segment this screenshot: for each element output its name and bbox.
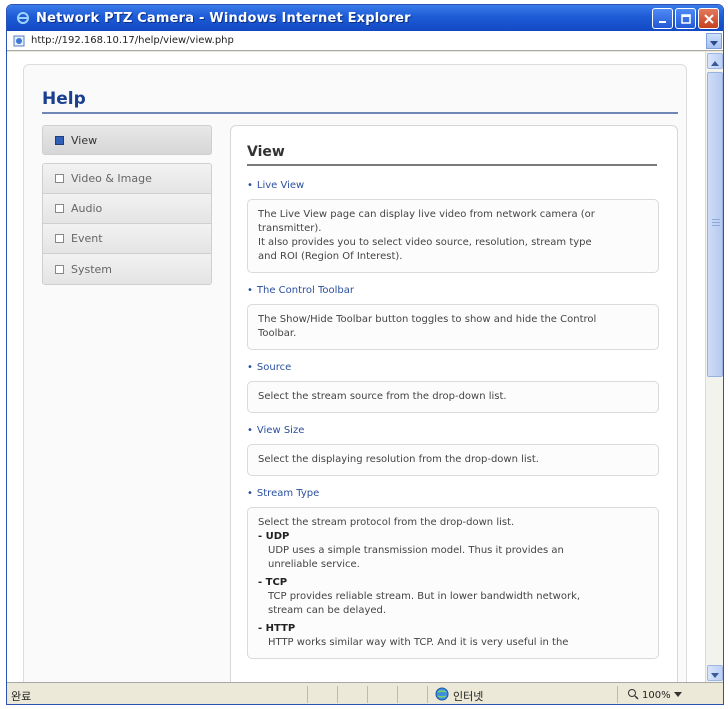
body-text: Toolbar. [258, 328, 297, 339]
sidebar-item-label: System [71, 262, 113, 276]
sidebar-item-audio[interactable]: Audio [43, 194, 211, 224]
close-button[interactable] [698, 8, 719, 29]
zone-label: 인터넷 [453, 689, 484, 703]
sidebar-item-system[interactable]: System [43, 254, 211, 284]
bullet-icon [55, 264, 64, 274]
bullet-icon [55, 234, 64, 243]
zoom-icon [627, 688, 639, 703]
page-icon [11, 33, 27, 49]
globe-icon [435, 687, 449, 704]
minimize-button[interactable] [652, 8, 673, 29]
zoom-control[interactable]: 100% [627, 688, 682, 703]
title-bar[interactable]: Network PTZ Camera - Windows Internet Ex… [7, 5, 723, 31]
body-text: HTTP works similar way with TCP. And it … [268, 637, 569, 648]
scroll-up-icon [711, 52, 719, 71]
body-text: It also provides you to select video sou… [258, 237, 592, 248]
subitem-heading: - TCP [258, 577, 288, 588]
content-viewport: Help View Video & Image Audio Event Syst… [7, 52, 707, 682]
body-text: and ROI (Region Of Interest). [258, 251, 403, 262]
window-title: Network PTZ Camera - Windows Internet Ex… [36, 10, 411, 26]
zoom-level: 100% [642, 690, 671, 701]
security-zone[interactable]: 인터넷 [435, 687, 483, 704]
bullet-icon [55, 174, 64, 183]
section-heading: • The Control Toolbar [247, 285, 355, 296]
status-bar: 완료 인터넷 100% [7, 682, 723, 704]
scroll-down-button[interactable] [707, 665, 723, 681]
title-divider [42, 112, 678, 114]
sidebar-item-label: Event [71, 232, 103, 245]
help-sidebar: View Video & Image Audio Event System [42, 125, 212, 285]
page-title: Help [42, 89, 86, 109]
sidebar-item-label: Audio [71, 202, 103, 215]
address-url[interactable]: http://192.168.10.17/help/view/view.php [31, 35, 234, 46]
bullet-icon [55, 204, 64, 213]
subitem-heading: - HTTP [258, 623, 296, 634]
section-body: The Show/Hide Toolbar button toggles to … [247, 304, 659, 350]
dropdown-arrow-icon [710, 32, 718, 51]
section-heading: • View Size [247, 425, 305, 436]
section-body: Select the stream source from the drop-d… [247, 381, 659, 413]
sidebar-item-label: Video & Image [71, 172, 152, 185]
address-bar[interactable]: http://192.168.10.17/help/view/view.php [7, 31, 723, 51]
body-text: stream can be delayed. [268, 605, 387, 616]
maximize-icon [680, 9, 691, 28]
body-text: Select the stream protocol from the drop… [258, 517, 515, 528]
scroll-down-icon [711, 664, 719, 683]
sidebar-item-label: View [71, 133, 98, 147]
content-title: View [247, 144, 285, 160]
section-heading: • Live View [247, 180, 305, 191]
address-dropdown-button[interactable] [706, 33, 722, 49]
section-heading: • Stream Type [247, 488, 320, 499]
minimize-icon [658, 9, 668, 28]
bullet-icon [55, 135, 64, 145]
help-page: Help View Video & Image Audio Event Syst… [23, 64, 687, 682]
sidebar-item-event[interactable]: Event [43, 224, 211, 254]
body-text: The Live View page can display live vide… [258, 209, 595, 220]
help-content-panel: View • Live View The Live View page can d… [230, 125, 678, 682]
body-text: Select the displaying resolution from th… [258, 454, 539, 465]
section-heading: • Source [247, 362, 292, 373]
ie-logo-icon [15, 10, 31, 26]
subitem-heading: - UDP [258, 531, 290, 542]
body-text: UDP uses a simple transmission model. Th… [268, 545, 564, 556]
section-body: The Live View page can display live vide… [247, 199, 659, 273]
body-text: The Show/Hide Toolbar button toggles to … [258, 314, 597, 325]
vertical-scrollbar[interactable] [705, 52, 723, 682]
browser-window: Network PTZ Camera - Windows Internet Ex… [6, 4, 724, 705]
sidebar-group: Video & Image Audio Event System [42, 163, 212, 285]
maximize-button[interactable] [675, 8, 696, 29]
section-body: Select the displaying resolution from th… [247, 444, 659, 476]
status-text: 완료 [11, 690, 32, 703]
body-text: Select the stream source from the drop-d… [258, 391, 507, 402]
body-text: transmitter). [258, 223, 322, 234]
scroll-up-button[interactable] [707, 53, 723, 69]
sidebar-item-view[interactable]: View [42, 125, 212, 155]
help-sections: • Live View The Live View page can displa… [247, 180, 659, 671]
dropdown-arrow-icon [673, 690, 682, 701]
section-body: Select the stream protocol from the drop… [247, 507, 659, 659]
content-divider [247, 164, 657, 166]
body-text: TCP provides reliable stream. But in low… [268, 591, 581, 602]
close-icon [703, 9, 714, 28]
body-text: unreliable service. [268, 559, 360, 570]
sidebar-item-video-image[interactable]: Video & Image [43, 164, 211, 194]
scroll-thumb[interactable] [707, 72, 723, 377]
